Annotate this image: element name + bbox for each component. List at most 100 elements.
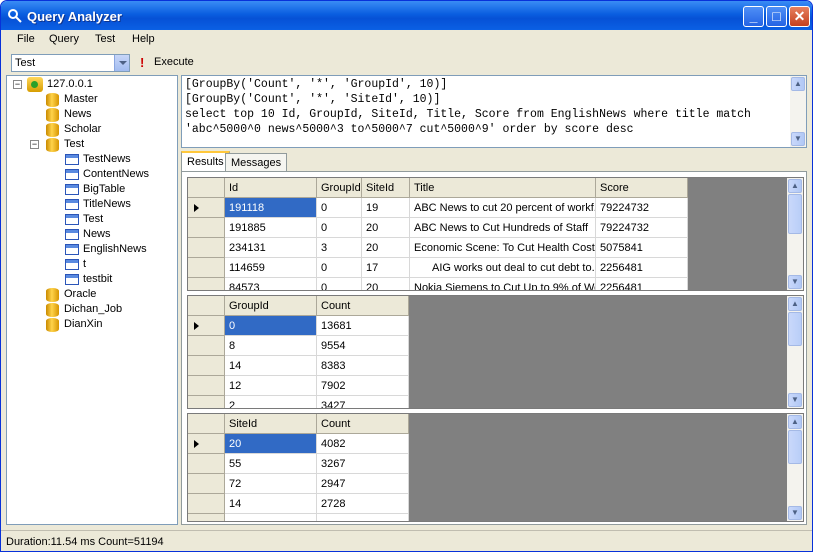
grid-cell[interactable]: 2256481 <box>596 278 688 290</box>
grid-cell[interactable]: 9554 <box>317 336 409 356</box>
grid-cell[interactable]: AIG works out deal to cut debt to... <box>410 258 596 278</box>
menu-query[interactable]: Query <box>49 33 79 45</box>
grid-cell[interactable]: 72 <box>225 474 317 494</box>
scroll-down-icon[interactable]: ▼ <box>788 506 802 520</box>
grid-cell[interactable] <box>317 514 409 521</box>
menu-test[interactable]: Test <box>95 33 115 45</box>
grid-scrollbar[interactable]: ▲ ▼ <box>787 178 803 290</box>
grid-cell[interactable]: 12 <box>225 376 317 396</box>
row-header[interactable] <box>188 474 225 494</box>
row-header[interactable] <box>188 454 225 474</box>
grid-cell[interactable]: 4082 <box>317 434 409 454</box>
collapse-icon[interactable]: − <box>13 80 22 89</box>
grid-cell[interactable]: 0 <box>317 258 362 278</box>
row-header[interactable] <box>188 356 225 376</box>
grid-cell[interactable]: 20 <box>362 278 410 290</box>
grid-cell[interactable]: 3427 <box>317 396 409 408</box>
row-header[interactable] <box>188 336 225 356</box>
grid-cell[interactable]: 13681 <box>317 316 409 336</box>
scroll-down-icon[interactable]: ▼ <box>788 393 802 407</box>
grid-cell[interactable]: 5075841 <box>596 238 688 258</box>
results-grid-1[interactable]: Id GroupId SiteId Title Score 191118 0 1… <box>187 177 804 291</box>
row-header[interactable] <box>188 238 225 258</box>
column-header[interactable]: Score <box>596 178 688 198</box>
grid-cell[interactable]: 0 <box>225 316 317 336</box>
query-editor[interactable]: [GroupBy('Count', '*', 'GroupId', 10)] [… <box>181 75 807 148</box>
column-header[interactable]: Title <box>410 178 596 198</box>
grid-cell[interactable]: 8 <box>225 336 317 356</box>
execute-button[interactable]: ! Execute <box>135 53 197 72</box>
maximize-button[interactable]: □ <box>766 6 787 27</box>
grid-cell[interactable]: Nokia Siemens to Cut Up to 9% of Wo... <box>410 278 596 290</box>
grid-cell[interactable]: 0 <box>317 198 362 218</box>
grid-cell[interactable]: 20 <box>362 238 410 258</box>
row-header[interactable] <box>188 198 225 218</box>
grid-cell[interactable]: 7902 <box>317 376 409 396</box>
scroll-down-icon[interactable]: ▼ <box>791 132 805 146</box>
title-bar[interactable]: Query Analyzer _ □ ✕ <box>1 1 812 30</box>
object-tree[interactable]: − 127.0.0.1 Master News Scholar − Test T… <box>6 75 178 525</box>
grid-cell[interactable]: 234131 <box>225 238 317 258</box>
column-header[interactable]: GroupId <box>225 296 317 316</box>
grid-cell[interactable]: 84573 <box>225 278 317 290</box>
grid-cell[interactable]: 20 <box>362 218 410 238</box>
column-header[interactable]: GroupId <box>317 178 362 198</box>
grid-cell[interactable]: ABC News to cut 20 percent of workf... <box>410 198 596 218</box>
grid-cell[interactable]: Economic Scene: To Cut Health Cost... <box>410 238 596 258</box>
scroll-thumb[interactable] <box>788 430 802 464</box>
grid-cell[interactable]: 191885 <box>225 218 317 238</box>
grid-cell[interactable]: 79224732 <box>596 218 688 238</box>
column-header[interactable]: Count <box>317 414 409 434</box>
scroll-thumb[interactable] <box>788 194 802 234</box>
grid-cell[interactable]: 55 <box>225 454 317 474</box>
row-header[interactable] <box>188 278 225 290</box>
grid-cell[interactable] <box>225 514 317 521</box>
grid-cell[interactable]: 2947 <box>317 474 409 494</box>
column-header[interactable]: Count <box>317 296 409 316</box>
column-header[interactable]: Id <box>225 178 317 198</box>
close-button[interactable]: ✕ <box>789 6 810 27</box>
row-header[interactable] <box>188 494 225 514</box>
tab-messages[interactable]: Messages <box>225 153 288 172</box>
grid-cell[interactable]: 191118 <box>225 198 317 218</box>
grid-cell[interactable]: 3267 <box>317 454 409 474</box>
grid-cell[interactable]: ABC News to Cut Hundreds of Staff <box>410 218 596 238</box>
grid-cell[interactable]: 8383 <box>317 356 409 376</box>
row-header[interactable] <box>188 218 225 238</box>
grid-cell[interactable]: 0 <box>317 278 362 290</box>
grid-cell[interactable]: 14 <box>225 356 317 376</box>
minimize-button[interactable]: _ <box>743 6 764 27</box>
scroll-up-icon[interactable]: ▲ <box>788 415 802 429</box>
row-header[interactable] <box>188 258 225 278</box>
grid-cell[interactable]: 14 <box>225 494 317 514</box>
tab-results[interactable]: Results <box>181 151 230 172</box>
menu-file[interactable]: File <box>17 33 35 45</box>
chevron-down-icon[interactable] <box>114 55 129 71</box>
row-header[interactable] <box>188 396 225 408</box>
row-header[interactable] <box>188 376 225 396</box>
grid-cell[interactable]: 2256481 <box>596 258 688 278</box>
grid-cell[interactable]: 17 <box>362 258 410 278</box>
grid-cell[interactable]: 79224732 <box>596 198 688 218</box>
results-grid-2[interactable]: GroupId Count 0 13681 8 9554 14 8383 12 … <box>187 295 804 409</box>
editor-scrollbar[interactable]: ▲ ▼ <box>790 76 806 147</box>
collapse-icon[interactable]: − <box>30 140 39 149</box>
grid-cell[interactable]: 114659 <box>225 258 317 278</box>
row-header[interactable] <box>188 316 225 336</box>
grid-cell[interactable]: 2728 <box>317 494 409 514</box>
grid-cell[interactable]: 0 <box>317 218 362 238</box>
scroll-thumb[interactable] <box>788 312 802 346</box>
grid-cell[interactable]: 2 <box>225 396 317 408</box>
grid-cell[interactable]: 19 <box>362 198 410 218</box>
menu-help[interactable]: Help <box>132 33 155 45</box>
column-header[interactable]: SiteId <box>225 414 317 434</box>
row-header[interactable] <box>188 434 225 454</box>
database-select[interactable]: Test <box>11 54 130 72</box>
grid-cell[interactable]: 20 <box>225 434 317 454</box>
scroll-up-icon[interactable]: ▲ <box>791 77 805 91</box>
scroll-down-icon[interactable]: ▼ <box>788 275 802 289</box>
grid-cell[interactable]: 3 <box>317 238 362 258</box>
scroll-up-icon[interactable]: ▲ <box>788 297 802 311</box>
grid-scrollbar[interactable]: ▲ ▼ <box>787 296 803 408</box>
column-header[interactable]: SiteId <box>362 178 410 198</box>
